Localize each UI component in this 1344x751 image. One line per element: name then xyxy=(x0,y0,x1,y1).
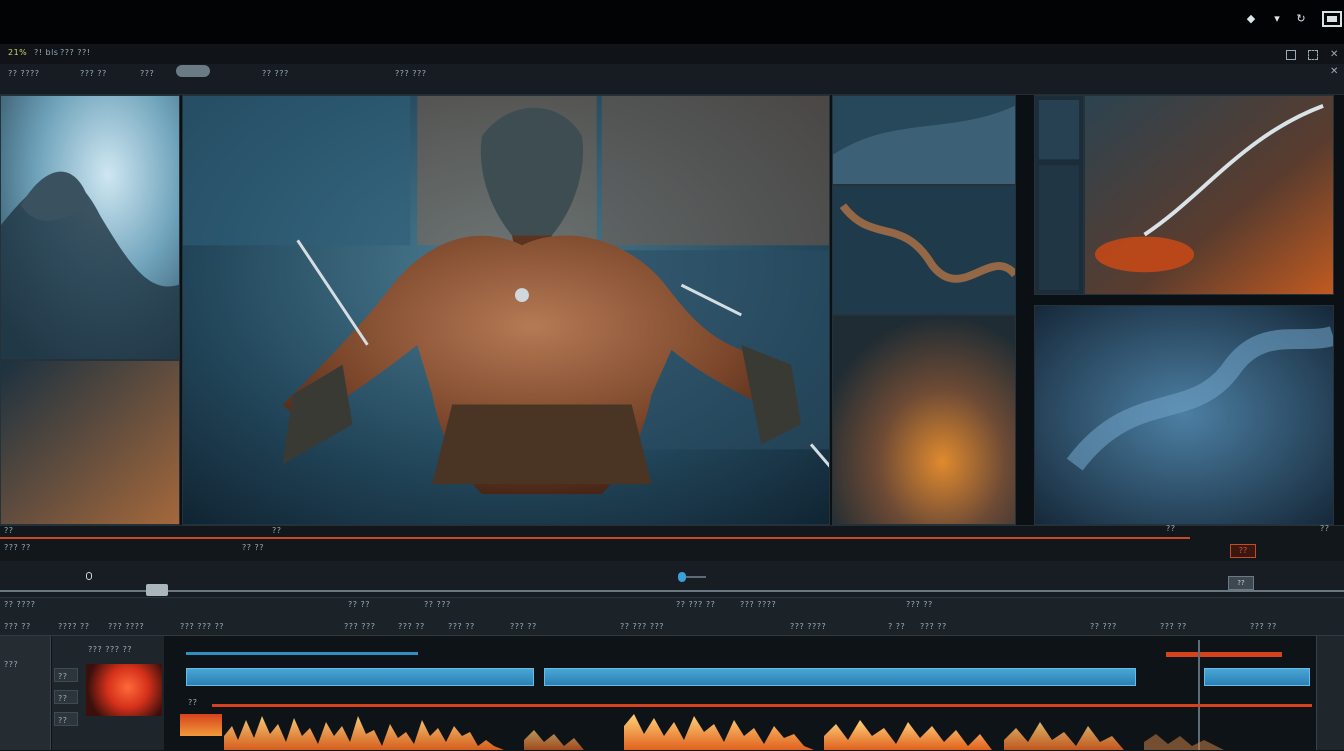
zoom-field[interactable]: ?? xyxy=(1228,576,1254,590)
clip-range-bar xyxy=(186,652,418,655)
close-icon[interactable]: ✕ xyxy=(1330,66,1339,77)
header-row2-item[interactable]: ??? ?? xyxy=(4,622,31,632)
header-row1-item[interactable]: ??? ?? xyxy=(906,600,933,610)
header-row1-item[interactable]: ?? ???? xyxy=(4,600,36,610)
toolbar-item-4[interactable]: ?? ??? xyxy=(262,69,289,78)
x-icon[interactable]: ✕ xyxy=(1330,49,1339,60)
header-row1-item[interactable]: ??? ???? xyxy=(740,600,776,610)
header-row1-item[interactable]: ?? ?? xyxy=(348,600,370,610)
thumbnail-strip[interactable] xyxy=(1034,95,1084,295)
diamond-icon[interactable]: ◆ xyxy=(1244,12,1258,26)
menu-item-1[interactable]: 21% xyxy=(8,48,27,57)
track-label: ?? xyxy=(58,672,68,681)
track-label: ?? xyxy=(58,716,68,725)
toolbar-item-5[interactable]: ??? ??? xyxy=(395,69,427,78)
audio-track-label: ?? xyxy=(188,698,198,707)
preview-panel-mid-bottom[interactable] xyxy=(832,315,1016,525)
header-row2-item[interactable]: ??? ???? xyxy=(108,622,144,632)
preview-panel-mid-center[interactable] xyxy=(832,185,1016,315)
scrub-right-time2: ?? xyxy=(1320,524,1330,533)
marker-icon[interactable] xyxy=(86,572,92,580)
title-bar xyxy=(0,0,1344,44)
preview-panel-left-bottom[interactable] xyxy=(0,360,180,525)
track-label[interactable]: ??? xyxy=(4,660,18,669)
toggle-switch[interactable] xyxy=(176,65,210,77)
header-row2-item[interactable]: ??? ?? xyxy=(1160,622,1187,632)
menu-item-3[interactable]: ??? ??! xyxy=(60,48,90,57)
header-row2-item[interactable]: ??? ??? ?? xyxy=(180,622,224,632)
header-row2-item[interactable]: ? ?? xyxy=(888,622,905,632)
header-row2-item[interactable]: ???? ?? xyxy=(58,622,90,632)
zoom-track[interactable] xyxy=(0,590,1344,592)
toolbar-item-2[interactable]: ??? ?? xyxy=(80,69,107,78)
preview-panel-left-top[interactable] xyxy=(0,95,180,360)
header-row2-item[interactable]: ??? ???? xyxy=(790,622,826,632)
header-row2-item[interactable]: ??? ?? xyxy=(920,622,947,632)
scrub-right-time: ?? xyxy=(1166,524,1176,533)
playhead-knob[interactable] xyxy=(678,572,686,582)
grid-icon[interactable] xyxy=(1308,50,1318,60)
header-row1-item[interactable]: ?? ??? ?? xyxy=(676,600,715,610)
audio-clip-thumbnail[interactable] xyxy=(180,714,222,736)
menu-item-2[interactable]: ?! bls xyxy=(34,48,58,57)
scrub-mid-time: ?? ?? xyxy=(242,543,265,552)
header-row2-item[interactable]: ??? ?? xyxy=(398,622,425,632)
header-row2-item[interactable]: ?? ??? xyxy=(1090,622,1117,632)
preview-panel-mid-top[interactable] xyxy=(832,95,1016,185)
main-preview-panel[interactable] xyxy=(182,95,830,525)
record-button[interactable]: ?? xyxy=(1230,544,1256,558)
track-label-column xyxy=(0,636,51,750)
video-clip[interactable] xyxy=(544,668,1136,686)
header-row2-item[interactable]: ??? ?? xyxy=(1250,622,1277,632)
scrub-left-time2: ??? ?? xyxy=(4,543,31,552)
video-viewer[interactable] xyxy=(0,95,1344,525)
header-row2-item[interactable]: ??? ?? xyxy=(448,622,475,632)
clip-thumbnail[interactable] xyxy=(86,664,162,716)
track-label: ?? xyxy=(58,694,68,703)
playhead-stem xyxy=(686,576,706,578)
header-row2-item[interactable]: ??? ?? xyxy=(510,622,537,632)
timeline-scrollbar[interactable] xyxy=(1316,636,1344,750)
scrub-left-time: ?? xyxy=(4,526,14,535)
video-clip[interactable] xyxy=(186,668,534,686)
marker-range-red[interactable] xyxy=(1166,652,1282,657)
scrub-mid-mark: ?? xyxy=(272,526,282,535)
audio-waveform[interactable] xyxy=(224,706,1224,750)
toolbar-item-1[interactable]: ?? ???? xyxy=(8,69,40,78)
preview-panel-right-top[interactable] xyxy=(1084,95,1334,295)
header-row2-item[interactable]: ??? ??? xyxy=(344,622,376,632)
toolbar-item-3[interactable]: ??? xyxy=(140,69,154,78)
scrub-bar[interactable] xyxy=(0,525,1344,562)
playhead-progress[interactable] xyxy=(0,537,1190,539)
panel-icon[interactable] xyxy=(1322,11,1342,27)
header-row1-item[interactable]: ?? ??? xyxy=(424,600,451,610)
zoom-handle-left[interactable] xyxy=(146,584,168,596)
video-clip[interactable] xyxy=(1204,668,1310,686)
preview-panel-right-bottom[interactable] xyxy=(1034,305,1334,525)
box-icon[interactable] xyxy=(1286,50,1296,60)
header-row2-item[interactable]: ?? ??? ??? xyxy=(620,622,664,632)
refresh-icon[interactable]: ↻ xyxy=(1294,12,1308,26)
clip-label: ??? ??? ?? xyxy=(88,645,133,654)
menu-bar xyxy=(0,44,1344,64)
funnel-icon[interactable]: ▾ xyxy=(1270,12,1284,26)
